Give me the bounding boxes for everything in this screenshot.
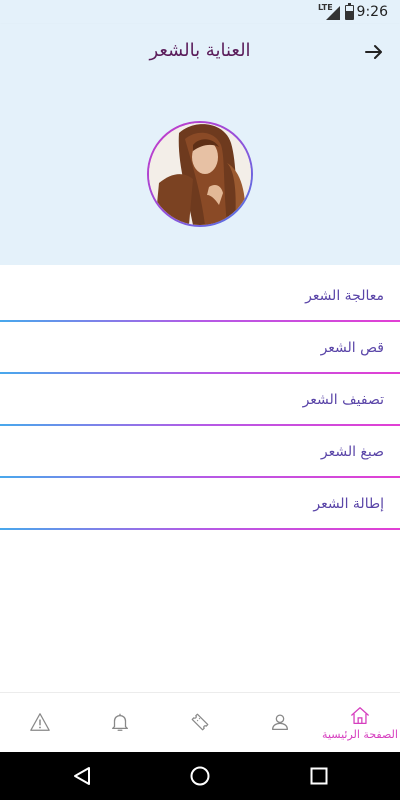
user-icon [272,714,288,730]
back-button[interactable] [362,40,386,64]
bottom-navigation: الصفحة الرئيسية [0,692,400,752]
gradient-divider [0,528,400,530]
circle-home-icon [190,766,210,786]
list-item-label: قص الشعر [320,340,384,356]
list-item-label: إطالة الشعر [313,496,384,512]
category-list: معالجة الشعر قص الشعر تصفيف الشعر صبغ ال… [0,270,400,530]
signal-icon: LTE [318,4,340,20]
nav-item-tickets[interactable] [160,693,240,752]
system-home-button[interactable] [188,764,212,788]
list-item-haircut[interactable]: قص الشعر [0,322,400,374]
warning-icon [30,713,50,731]
nav-label-home: الصفحة الرئيسية [322,728,398,741]
battery-icon [345,3,354,20]
status-icons: LTE [318,4,340,20]
list-item-hair-styling[interactable]: تصفيف الشعر [0,374,400,426]
clock: 9:26 [356,4,388,20]
list-item-hair-treatment[interactable]: معالجة الشعر [0,270,400,322]
home-icon [351,707,369,724]
nav-item-notifications[interactable] [80,693,160,752]
app-screen: LTE 9:26 العناية بالشعر معالجة الشعر قص … [0,0,400,800]
system-recents-button[interactable] [307,764,331,788]
avatar-ring [147,121,253,227]
nav-item-profile[interactable] [240,693,320,752]
nav-item-home[interactable]: الصفحة الرئيسية [320,693,400,752]
list-item-hair-dye[interactable]: صبغ الشعر [0,426,400,478]
avatar [149,123,251,225]
square-recents-icon [310,767,328,785]
bell-icon [112,713,128,731]
profile-header [0,81,400,265]
system-navigation-bar [0,752,400,800]
list-item-hair-extension[interactable]: إطالة الشعر [0,478,400,530]
arrow-right-icon [365,45,382,59]
page-title: العناية بالشعر [149,40,251,61]
triangle-back-icon [74,767,90,785]
list-item-label: تصفيف الشعر [302,392,384,408]
woman-hair-image [149,123,251,225]
system-back-button[interactable] [70,764,94,788]
nav-item-warning[interactable] [0,693,80,752]
app-bar: العناية بالشعر [0,24,400,81]
list-item-label: معالجة الشعر [305,288,384,304]
list-item-label: صبغ الشعر [320,444,384,460]
status-bar: LTE 9:26 [0,0,400,24]
ticket-icon [191,713,209,731]
